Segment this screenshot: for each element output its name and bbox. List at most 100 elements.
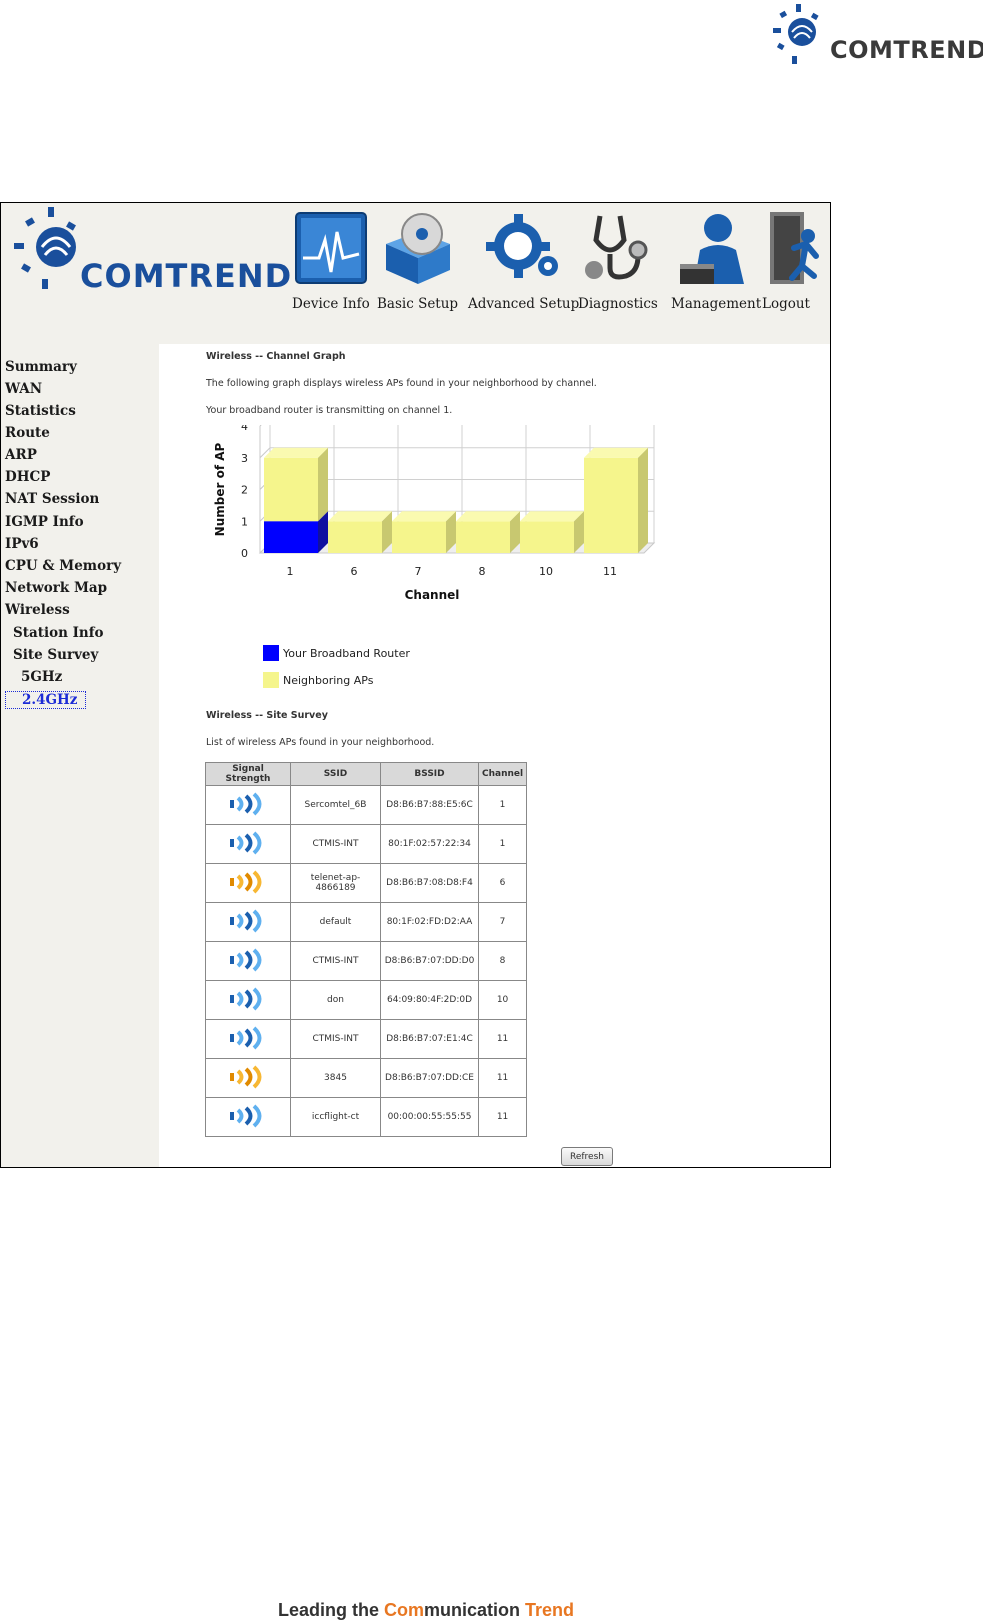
x-tick-label: 1 (287, 565, 294, 578)
nav-advanced-setup[interactable]: Advanced Setup (468, 210, 579, 312)
channel-cell: 6 (477, 863, 528, 903)
nav-diagnostics[interactable]: Diagnostics (578, 210, 658, 312)
bar (264, 457, 318, 522)
legend-neighbors-swatch (263, 672, 279, 688)
nav-label: Diagnostics (578, 296, 658, 312)
bar-side (318, 447, 328, 522)
bar (520, 521, 574, 553)
legend-router-swatch (263, 645, 279, 661)
gridline (259, 425, 262, 427)
ssid-cell: telenet-ap-4866189 (290, 863, 381, 903)
y-tick-label: 3 (241, 452, 248, 465)
sidebar-item-ipv6[interactable]: IPv6 (5, 536, 39, 552)
bar (392, 521, 446, 553)
x-tick-label: 11 (603, 565, 617, 578)
signal-strength-icon (230, 870, 262, 893)
table-row: telenet-ap-4866189 D8:B6:B7:08:D8:F4 6 (205, 863, 528, 903)
table-row: CTMIS-INT D8:B6:B7:07:DD:D0 8 (205, 941, 528, 981)
bssid-cell: D8:B6:B7:88:E5:6C (380, 785, 479, 825)
x-tick-label: 6 (351, 565, 358, 578)
bar (456, 521, 510, 553)
signal-cell (205, 1097, 291, 1137)
header-brand-name: COMTREND (80, 257, 293, 295)
ssid-cell: iccflight-ct (290, 1097, 381, 1137)
table-row: Sercomtel_6B D8:B6:B7:88:E5:6C 1 (205, 785, 528, 825)
footer-highlight-2: Trend (525, 1600, 575, 1620)
ssid-cell: CTMIS-INT (290, 824, 381, 864)
header-ssid: SSID (290, 762, 381, 786)
channel-graph-chart: 0 1 2 3 4 1 6 7 8 10 11 Channel Number of AP (213, 425, 656, 602)
sidebar-item-igmp-info[interactable]: IGMP Info (5, 514, 84, 530)
diagnostics-icon (584, 215, 648, 280)
legend-router-label: Your Broadband Router (283, 647, 410, 660)
header-logo[interactable]: COMTREND (12, 205, 291, 295)
nav-logout[interactable]: Logout (748, 210, 824, 312)
bar-top (520, 511, 584, 522)
sidebar-item-summary[interactable]: Summary (5, 359, 77, 375)
basic-setup-icon (385, 213, 450, 284)
footer-text-1: Leading the (278, 1600, 385, 1620)
sidebar-item-site-survey[interactable]: Site Survey (13, 647, 98, 663)
site-survey-table: Signal Strength SSID BSSID Channel Serco… (205, 762, 528, 1137)
bssid-cell: D8:B6:B7:07:E1:4C (380, 1019, 479, 1059)
channel-cell: 8 (477, 941, 528, 981)
nav-device-info[interactable]: Device Info (292, 210, 370, 312)
ssid-cell: CTMIS-INT (290, 1019, 381, 1059)
signal-strength-icon (230, 909, 262, 932)
bssid-cell: D8:B6:B7:08:D8:F4 (380, 863, 479, 903)
channel-cell: 11 (477, 1058, 528, 1098)
footer-highlight: Com (384, 1600, 425, 1620)
sidebar (1, 344, 159, 1167)
sidebar-item-dhcp[interactable]: DHCP (5, 469, 50, 485)
table-row: 3845 D8:B6:B7:07:DD:CE 11 (205, 1058, 528, 1098)
signal-cell (205, 824, 291, 864)
ssid-cell: default (290, 902, 381, 942)
signal-cell (205, 980, 291, 1020)
device-info-icon (294, 212, 367, 284)
bar (328, 521, 382, 553)
bar-top (264, 447, 328, 458)
ssid-cell: don (290, 980, 381, 1020)
bssid-cell: 64:09:80:4F:2D:0D (380, 980, 479, 1020)
x-axis-label: Channel (405, 588, 460, 602)
advanced-setup-icon (485, 214, 558, 278)
channel-graph-title: Wireless -- Channel Graph (206, 351, 346, 362)
sidebar-item-2-4ghz[interactable]: 2.4GHz (5, 691, 87, 709)
sidebar-item-wireless[interactable]: Wireless (5, 602, 70, 618)
ssid-cell: Sercomtel_6B (290, 785, 381, 825)
y-tick-label: 4 (241, 425, 248, 433)
nav-label: Logout (762, 296, 810, 312)
x-tick-label: 8 (479, 565, 486, 578)
channel-cell: 1 (477, 785, 528, 825)
header-bssid: BSSID (380, 762, 479, 786)
bssid-cell: D8:B6:B7:07:DD:CE (380, 1058, 479, 1098)
management-icon (680, 214, 745, 284)
y-tick-label: 0 (241, 547, 248, 560)
channel-cell: 10 (477, 980, 528, 1020)
sidebar-item-nat-session[interactable]: NAT Session (5, 491, 99, 507)
nav-label: Advanced Setup (468, 296, 580, 312)
sidebar-item-station-info[interactable]: Station Info (13, 625, 104, 641)
bssid-cell: D8:B6:B7:07:DD:D0 (380, 941, 479, 981)
sidebar-item-wan[interactable]: WAN (5, 381, 42, 397)
x-tick-label: 10 (539, 565, 553, 578)
sidebar-item-arp[interactable]: ARP (5, 447, 37, 463)
bar (584, 457, 638, 553)
top-brand-logo: COMTREND (770, 2, 983, 66)
sidebar-item-statistics[interactable]: Statistics (5, 403, 76, 419)
sidebar-item-cpu-memory[interactable]: CPU & Memory (5, 558, 121, 574)
sidebar-item-route[interactable]: Route (5, 425, 50, 441)
channel-graph-desc: The following graph displays wireless AP… (206, 378, 597, 389)
table-row: CTMIS-INT 80:1F:02:57:22:34 1 (205, 824, 528, 864)
signal-cell (205, 1058, 291, 1098)
signal-strength-icon (230, 987, 262, 1010)
signal-strength-icon (230, 1104, 262, 1127)
sidebar-item-network-map[interactable]: Network Map (5, 580, 107, 596)
sidebar-item-5ghz[interactable]: 5GHz (21, 669, 62, 685)
signal-strength-icon (230, 831, 262, 854)
nav-label: Device Info (292, 296, 370, 312)
refresh-button[interactable]: Refresh (561, 1147, 613, 1166)
bar-top (456, 511, 520, 522)
nav-label: Basic Setup (377, 296, 459, 312)
nav-basic-setup[interactable]: Basic Setup (377, 210, 458, 312)
